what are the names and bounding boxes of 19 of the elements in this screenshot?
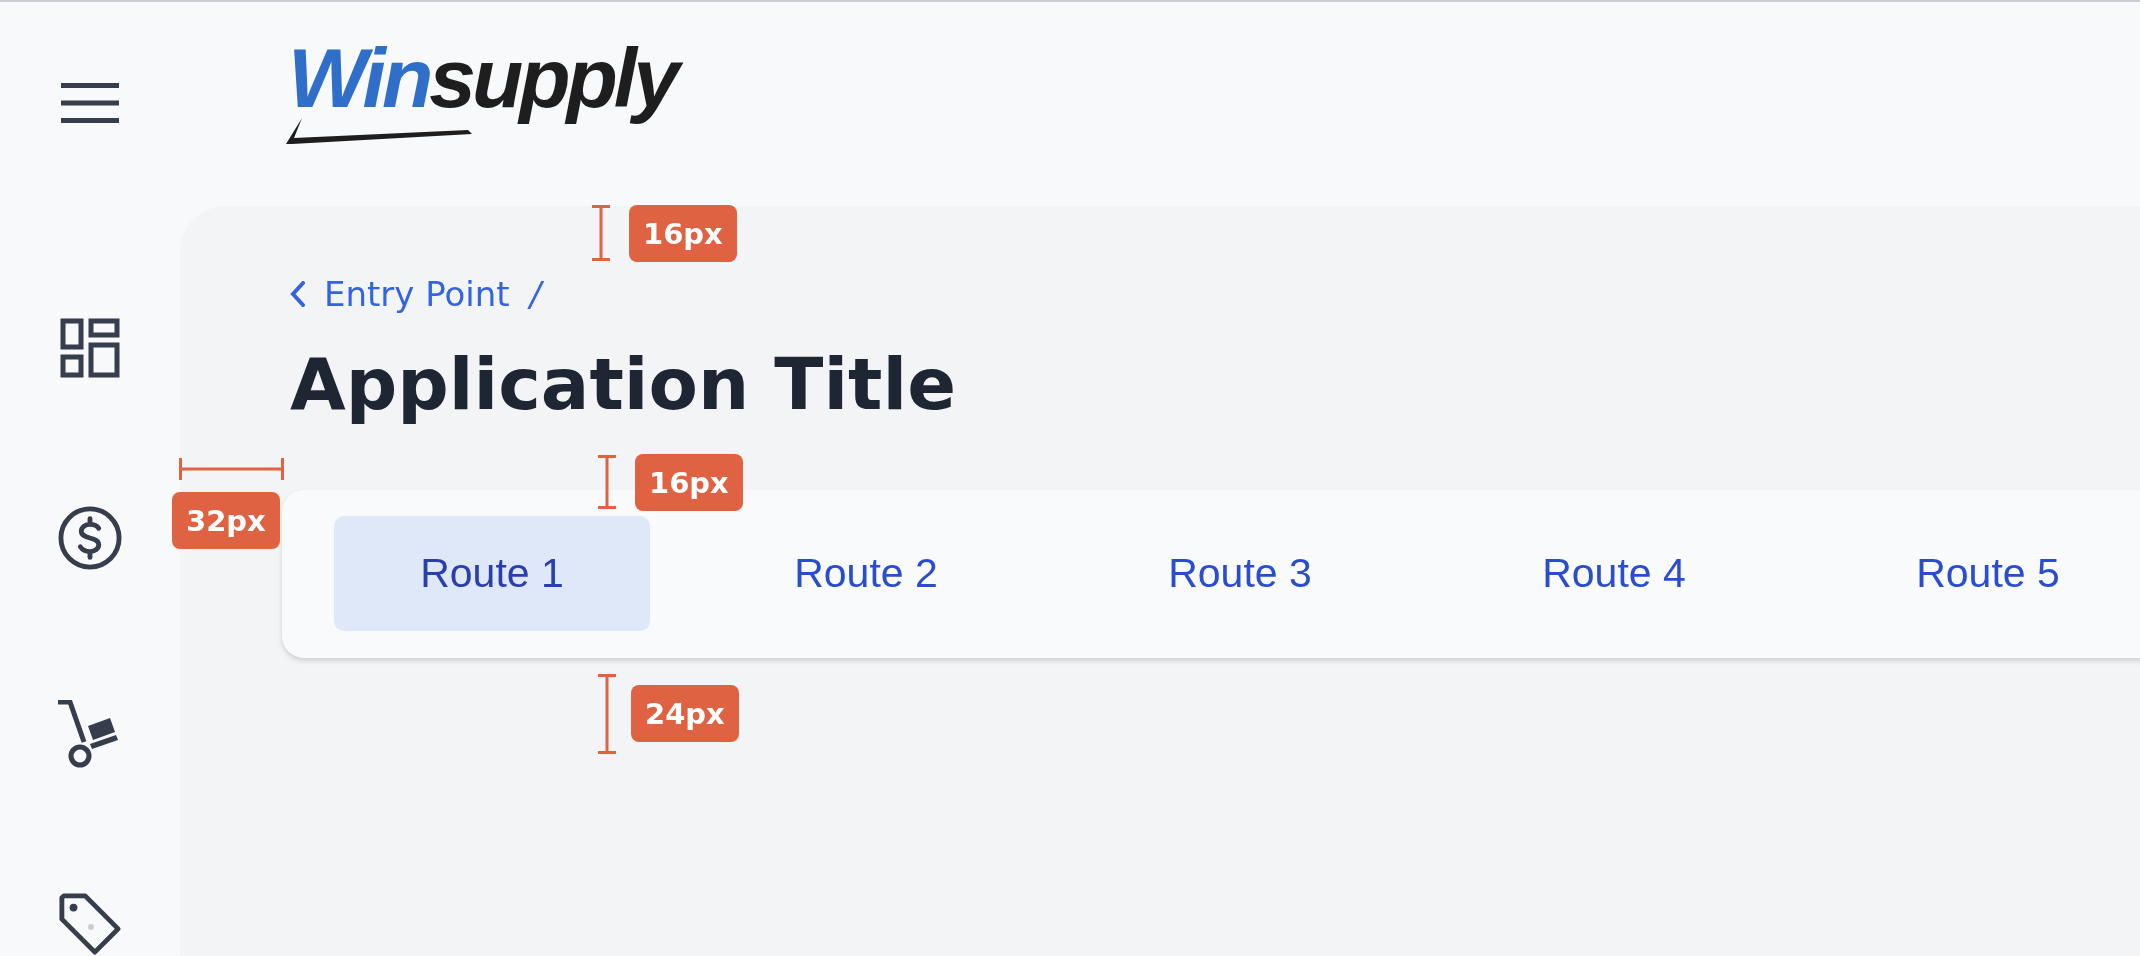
logo: Winsupply xyxy=(282,31,692,147)
route-tab[interactable]: Route 4 xyxy=(1456,516,1772,632)
breadcrumb-link[interactable]: Entry Point xyxy=(290,274,510,314)
dollar-icon[interactable] xyxy=(58,506,122,570)
measure-line xyxy=(592,205,610,261)
route-tab[interactable]: Route 1 xyxy=(334,516,650,632)
dashboard-icon[interactable] xyxy=(58,318,122,378)
page-title: Application Title xyxy=(290,341,958,428)
spacing-label: 16px xyxy=(629,205,737,262)
spacing-label: 32px xyxy=(172,492,280,549)
tag-icon[interactable] xyxy=(58,892,122,956)
route-tab[interactable]: Route 2 xyxy=(708,516,1024,632)
measure-line xyxy=(598,455,616,509)
spacing-label: 16px xyxy=(635,454,743,511)
route-tab[interactable]: Route 3 xyxy=(1082,516,1398,632)
spacing-label: 24px xyxy=(631,685,739,742)
route-tab[interactable]: Route 5 xyxy=(1830,516,2140,632)
chevron-left-icon xyxy=(290,281,306,307)
breadcrumb-separator: / xyxy=(529,274,542,314)
